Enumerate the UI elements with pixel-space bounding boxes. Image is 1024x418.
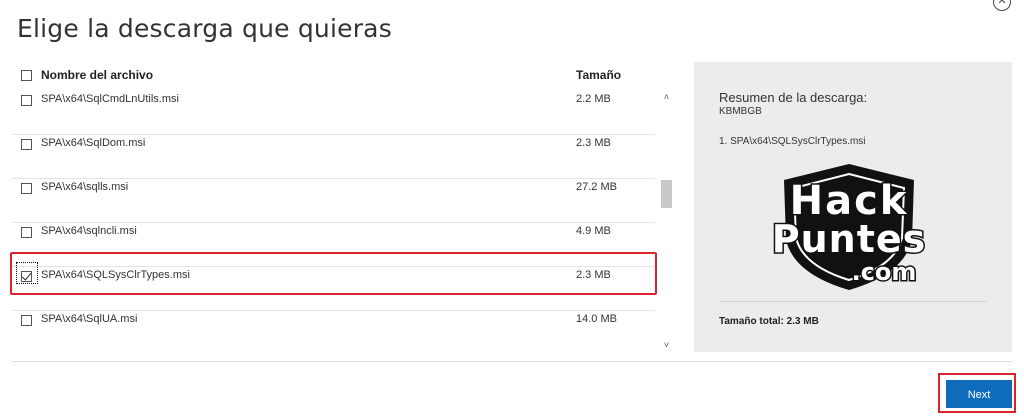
watermark-line-2: Puntes: [772, 217, 927, 261]
next-button[interactable]: Next: [946, 380, 1012, 408]
close-icon[interactable]: ✕: [993, 0, 1011, 11]
row-checkbox[interactable]: [21, 95, 32, 106]
table-row[interactable]: SPA\x64\SqlCmdLnUtils.msi 2.2 MB: [12, 90, 654, 135]
shield-logo-icon: Hack Puntes .com: [770, 164, 927, 290]
list-scrollbar[interactable]: ˄ ˅: [660, 90, 673, 352]
file-name: SPA\x64\SqlDom.msi: [41, 137, 146, 149]
file-name: SPA\x64\sqlncli.msi: [41, 225, 137, 237]
file-size: 2.3 MB: [576, 137, 611, 149]
row-checkbox[interactable]: [21, 227, 32, 238]
column-header-size: Tamaño: [576, 68, 622, 82]
file-name: SPA\x64\SqlUA.msi: [41, 313, 138, 325]
selected-row-highlight: [10, 252, 657, 295]
watermark-line-3: .com: [852, 258, 917, 286]
file-size: 14.0 MB: [576, 313, 617, 325]
file-list: SPA\x64\SqlCmdLnUtils.msi 2.2 MB SPA\x64…: [12, 90, 674, 352]
row-checkbox[interactable]: [21, 315, 32, 326]
column-header-name: Nombre del archivo: [41, 68, 154, 82]
summary-item: 1. SPA\x64\SQLSysClrTypes.msi: [719, 136, 866, 147]
summary-code: KBMBGB: [719, 106, 762, 117]
page-title: Elige la descarga que quieras: [17, 14, 392, 43]
select-all-checkbox[interactable]: [21, 70, 32, 81]
row-checkbox[interactable]: [21, 139, 32, 150]
table-row[interactable]: SPA\x64\SqlUA.msi 14.0 MB: [12, 310, 654, 352]
table-row[interactable]: SPA\x64\sqlls.msi 27.2 MB: [12, 178, 654, 223]
file-name: SPA\x64\SqlCmdLnUtils.msi: [41, 93, 179, 105]
scroll-up-icon[interactable]: ˄: [660, 91, 673, 103]
summary-divider: [719, 301, 987, 302]
file-name: SPA\x64\sqlls.msi: [41, 181, 129, 193]
file-size: 27.2 MB: [576, 181, 617, 193]
file-size: 4.9 MB: [576, 225, 611, 237]
scroll-thumb[interactable]: [661, 180, 672, 208]
summary-total: Tamaño total: 2.3 MB: [719, 316, 819, 327]
table-row[interactable]: SPA\x64\SqlDom.msi 2.3 MB: [12, 134, 654, 179]
download-summary-panel: Resumen de la descarga: KBMBGB 1. SPA\x6…: [694, 62, 1012, 352]
row-checkbox[interactable]: [21, 183, 32, 194]
footer-divider: [12, 361, 1012, 362]
file-size: 2.2 MB: [576, 93, 611, 105]
scroll-down-icon[interactable]: ˅: [660, 339, 673, 351]
summary-title: Resumen de la descarga:: [719, 90, 868, 105]
